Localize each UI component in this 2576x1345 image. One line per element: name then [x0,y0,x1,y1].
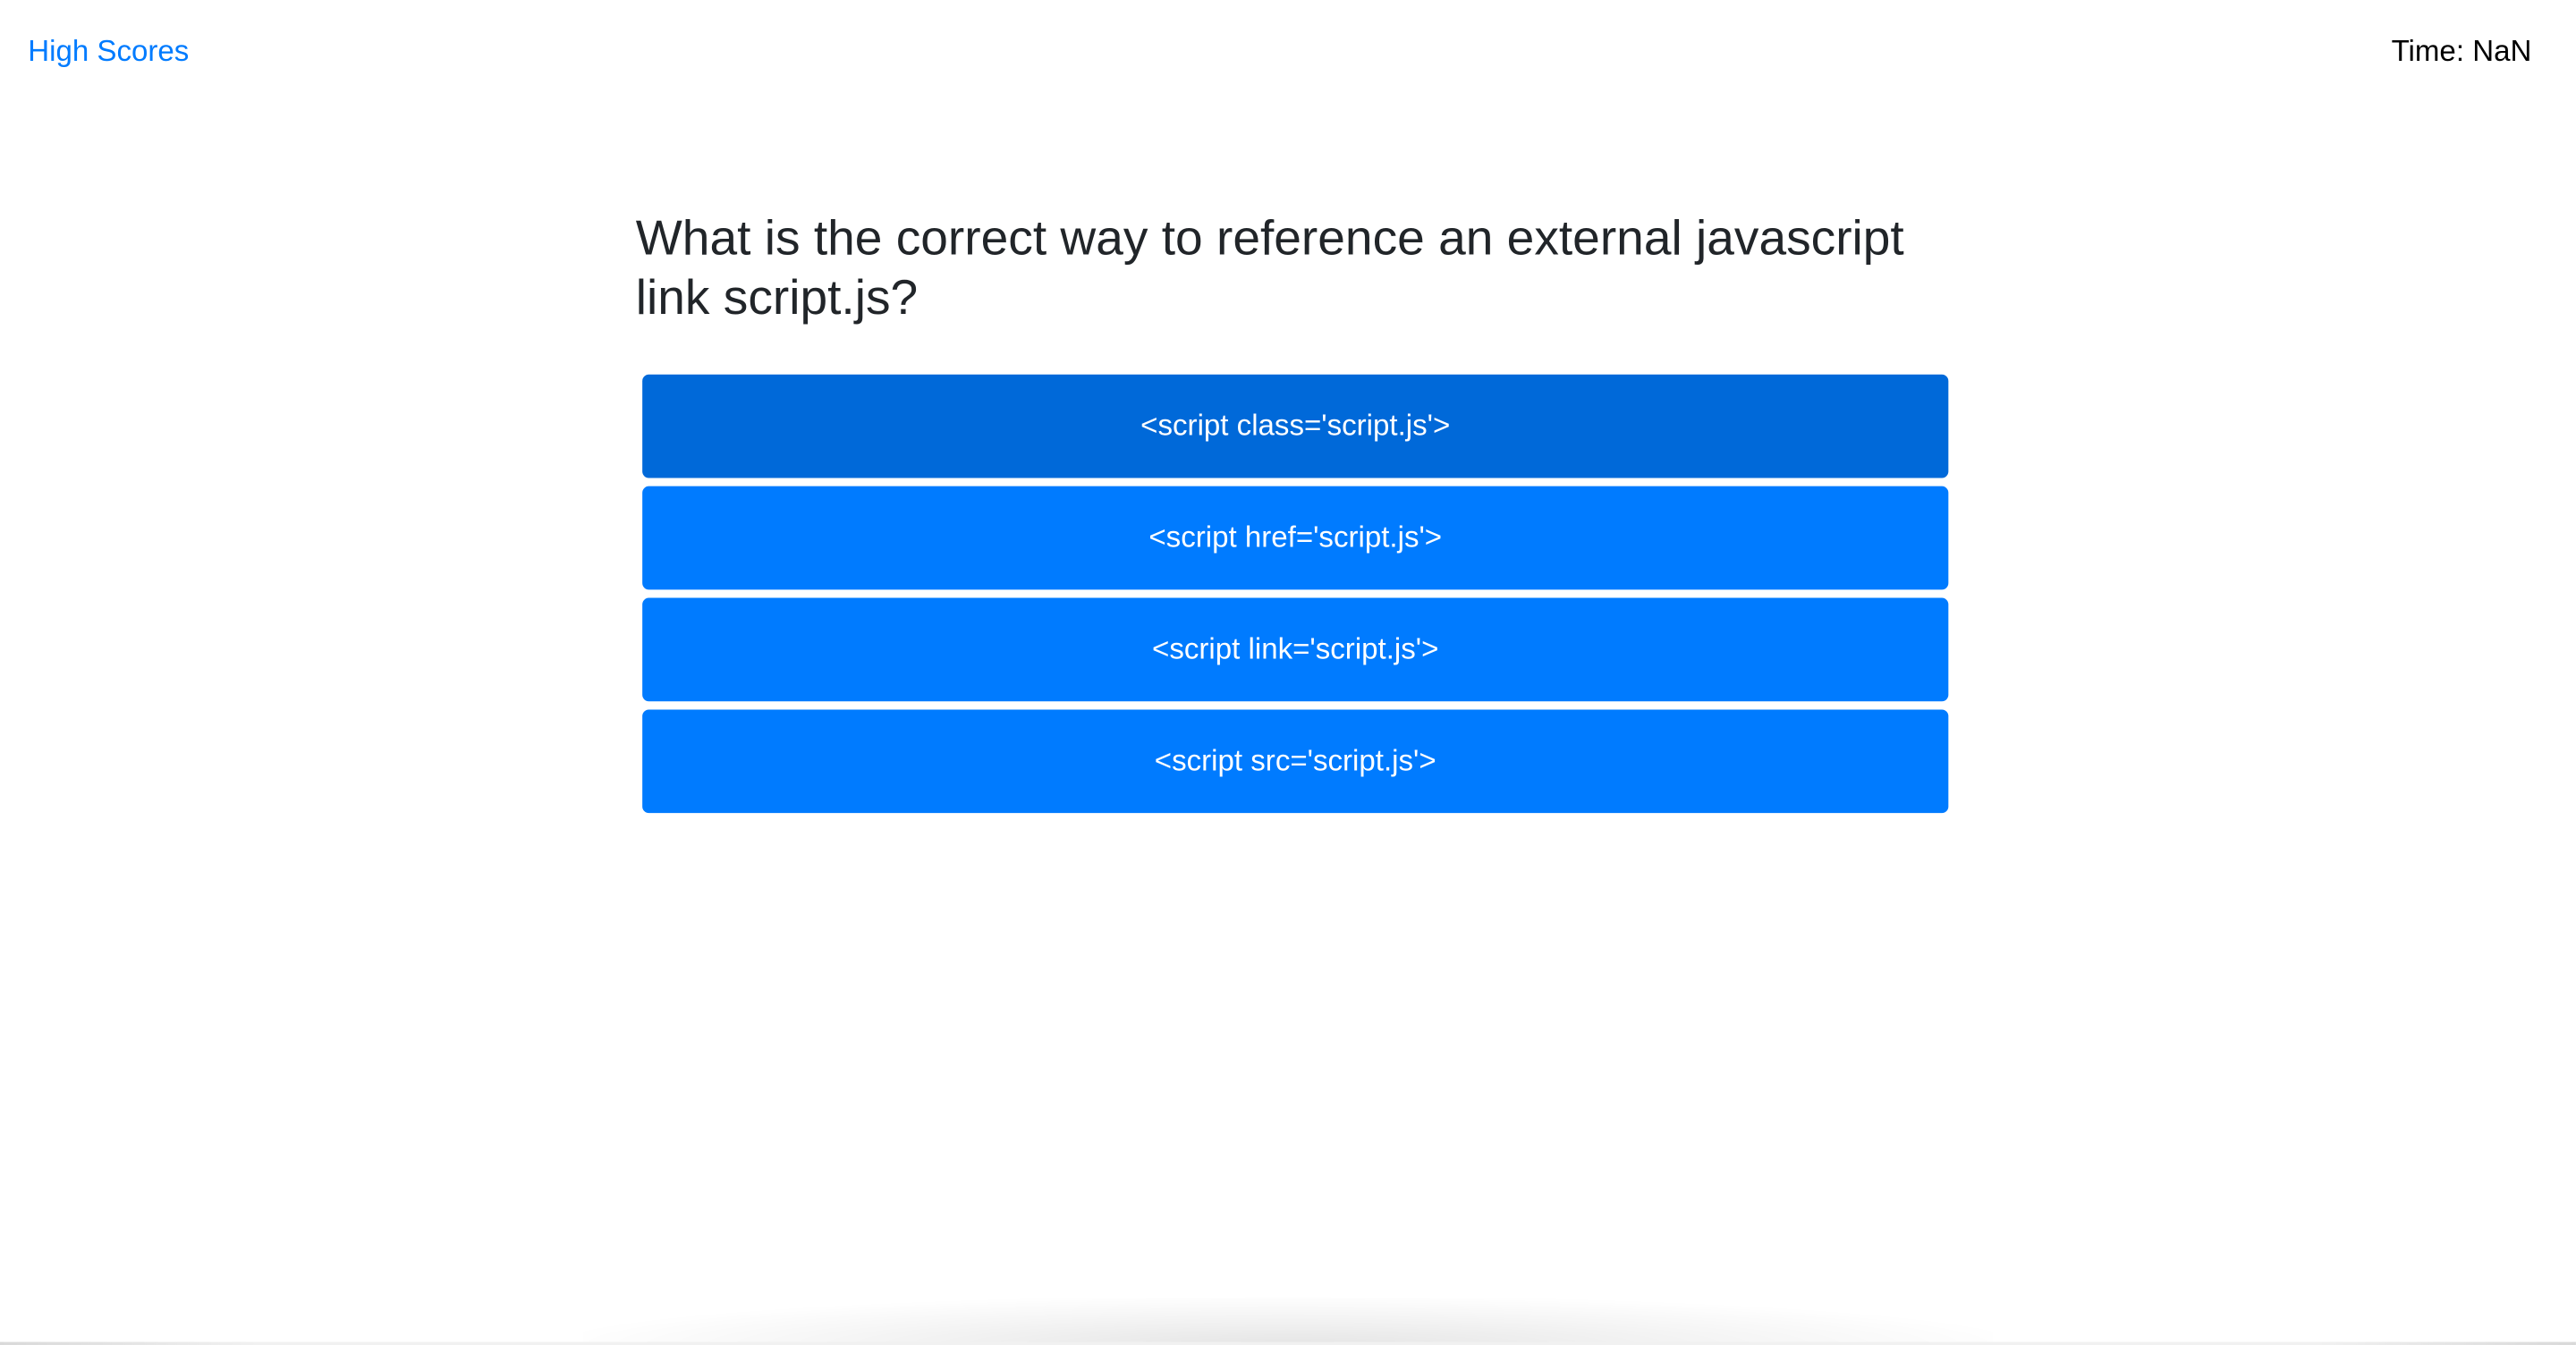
window-bottom-edge [0,1341,2576,1345]
timer-label: Time: [2391,34,2465,68]
answer-button-src[interactable]: <script src='script.js'> [642,709,1949,814]
timer: Time: NaN [2392,33,2532,69]
high-scores-link[interactable]: High Scores [28,33,189,69]
answer-button-class[interactable]: <script class='script.js'> [642,374,1949,478]
top-bar: High Scores Time: NaN [0,0,2576,102]
timer-value: NaN [2472,34,2532,68]
question-card: What is the correct way to reference an … [636,210,1950,821]
bottom-shadow [583,1297,1993,1345]
answer-list: <script class='script.js'> <script href=… [642,374,1949,814]
quiz-page: High Scores Time: NaN What is the correct… [0,0,2576,1345]
answer-button-link[interactable]: <script link='script.js'> [642,597,1949,702]
answer-button-href[interactable]: <script href='script.js'> [642,486,1949,590]
question-title: What is the correct way to reference an … [635,211,1904,326]
